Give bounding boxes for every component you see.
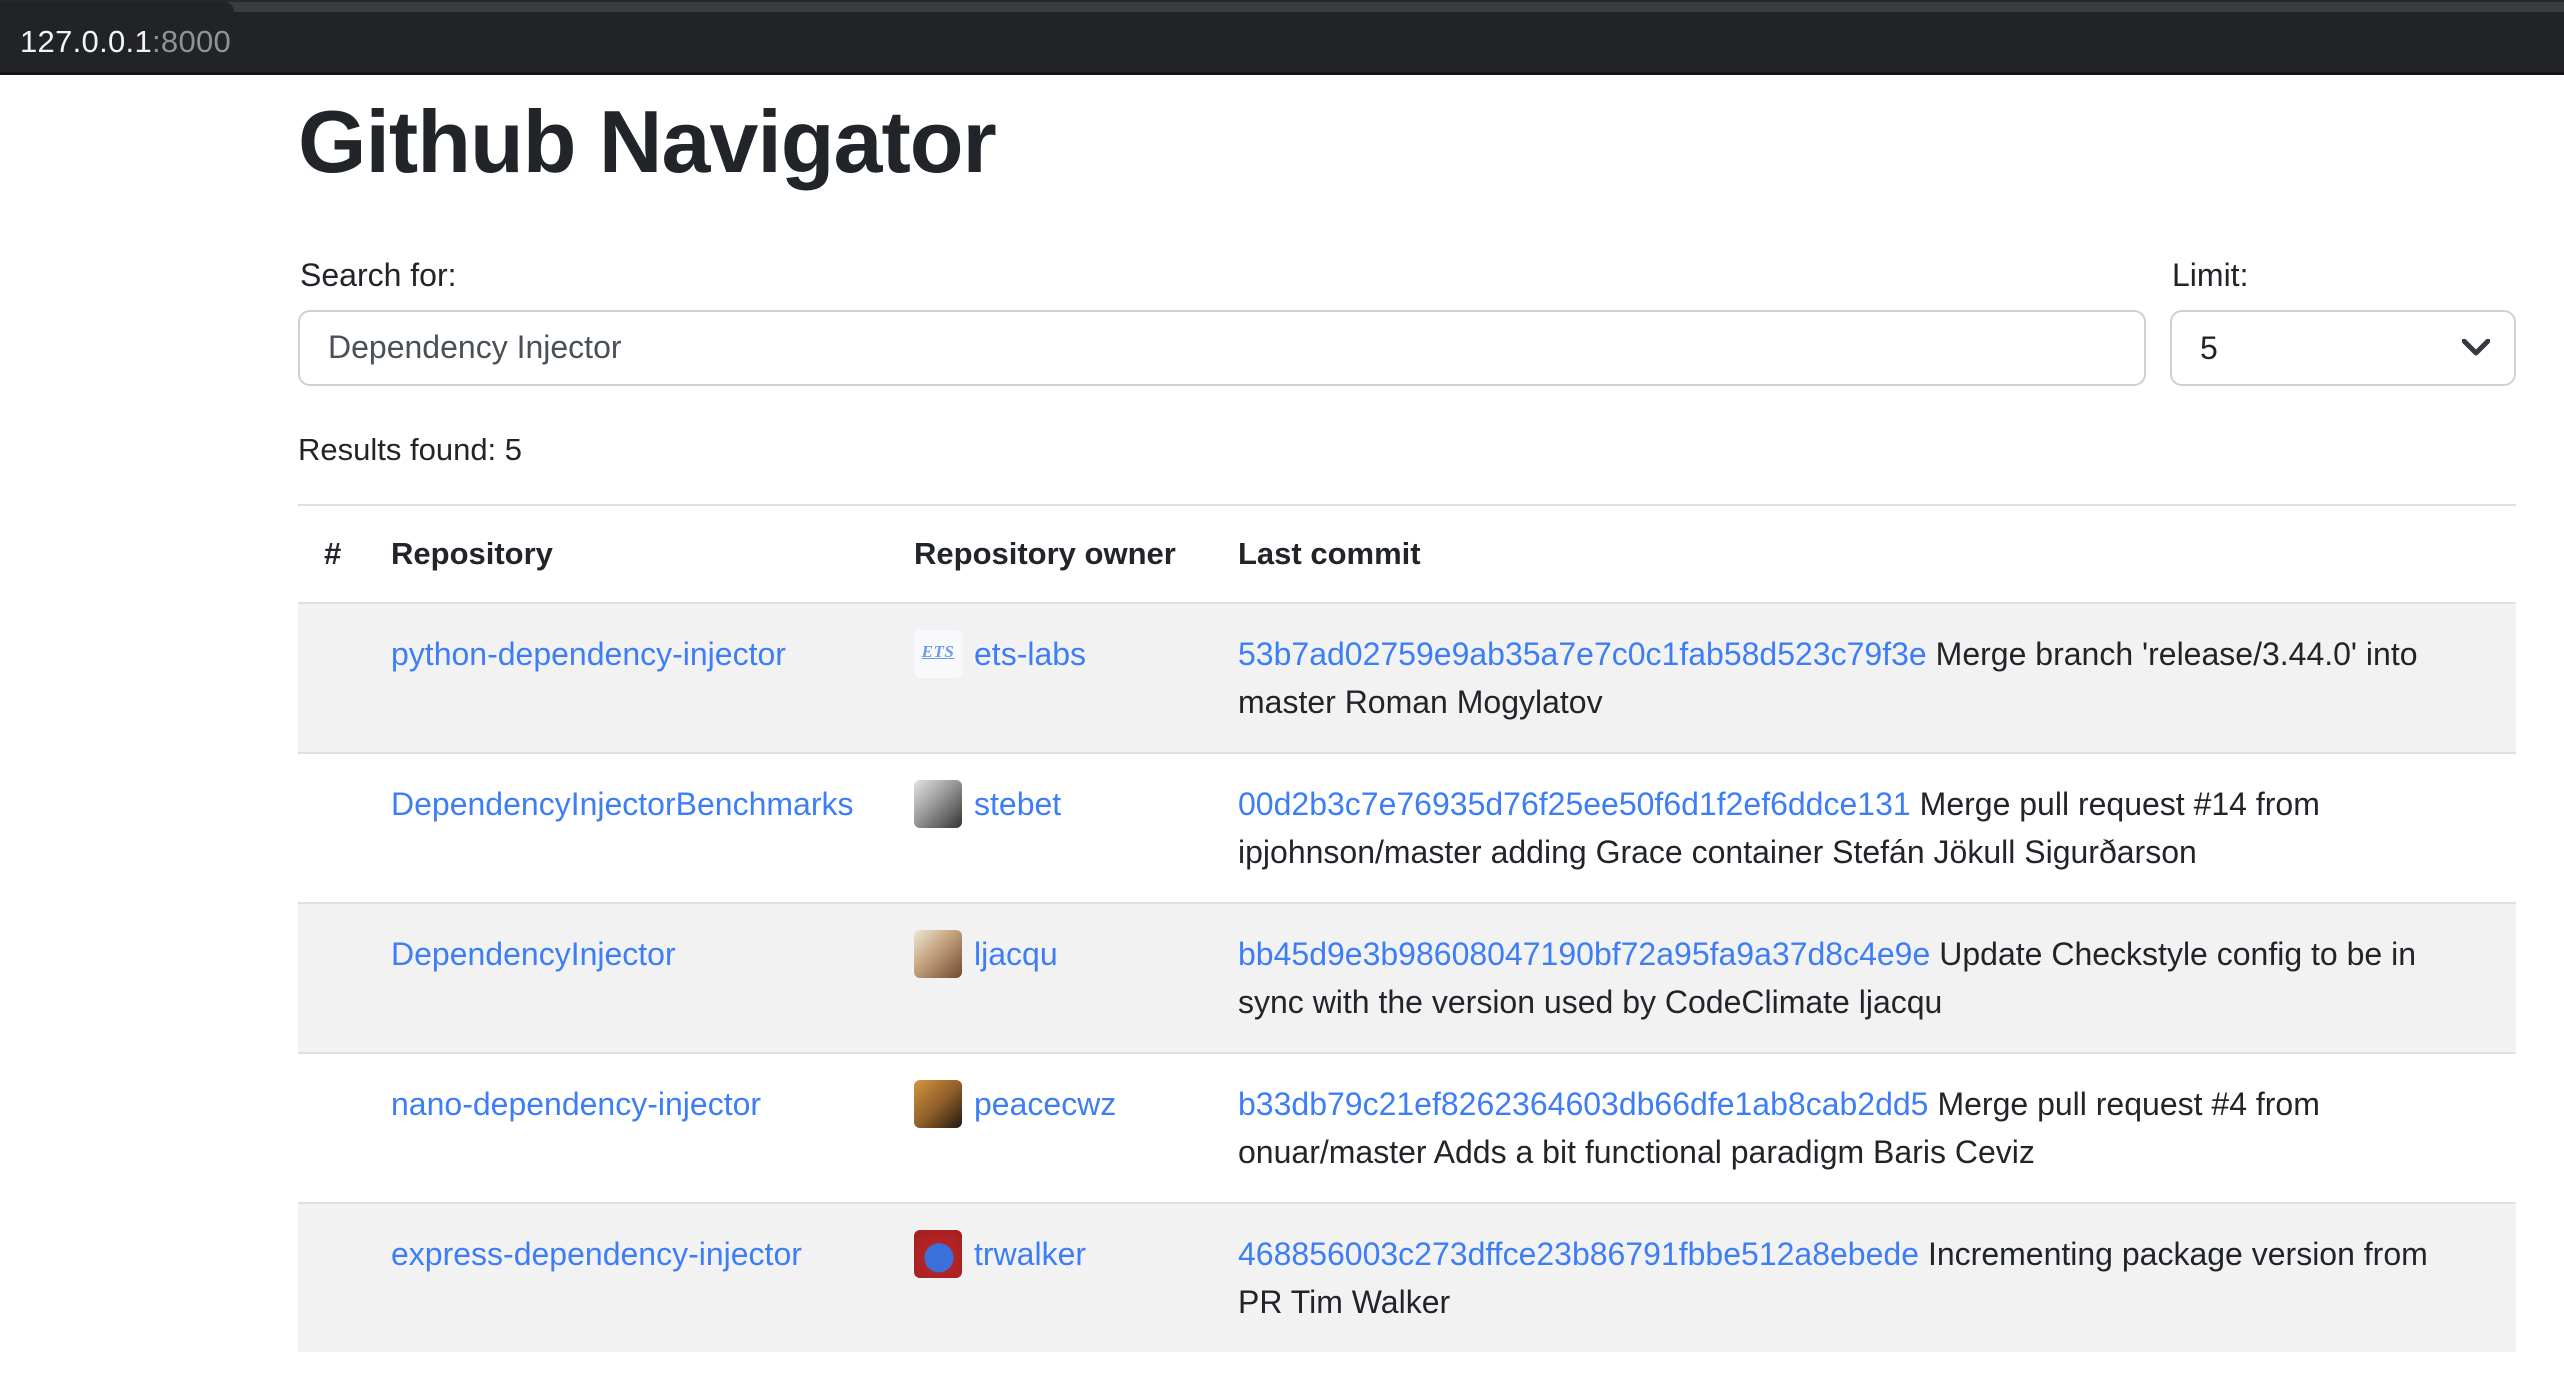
repository-link[interactable]: express-dependency-injector [391, 1236, 802, 1272]
search-label: Search for: [300, 257, 2146, 294]
page-title: Github Navigator [298, 89, 2516, 195]
owner-cell: ljacqu [914, 930, 1174, 978]
commit-hash-link[interactable]: 53b7ad02759e9ab35a7e7c0c1fab58d523c79f3e [1238, 636, 1927, 672]
repository-link[interactable]: DependencyInjectorBenchmarks [391, 786, 853, 822]
row-number-cell [298, 753, 365, 903]
search-input[interactable] [298, 310, 2146, 386]
row-number-cell [298, 1203, 365, 1352]
owner-link[interactable]: peacecwz [974, 1080, 1116, 1128]
url-host: 127.0.0.1 [20, 24, 152, 60]
avatar-image [914, 1080, 962, 1128]
owner-link[interactable]: trwalker [974, 1230, 1086, 1278]
avatar-image [914, 780, 962, 828]
owner-link[interactable]: ets-labs [974, 630, 1086, 678]
ets-logo-icon: ETS [922, 630, 955, 676]
column-header-last-commit: Last commit [1212, 505, 2516, 603]
owner-link[interactable]: stebet [974, 780, 1061, 828]
address-bar[interactable]: 127.0.0.1:8000 [20, 12, 231, 72]
page-container: Github Navigator Search for: Limit: 5 Re… [298, 89, 2516, 1352]
table-row: DependencyInjectorBenchmarks stebet 00d2… [298, 753, 2516, 903]
search-form: Search for: Limit: 5 [298, 257, 2516, 386]
limit-label: Limit: [2172, 257, 2516, 294]
table-row: express-dependency-injector trwalker 468… [298, 1203, 2516, 1352]
row-number-cell [298, 603, 365, 753]
row-number-cell [298, 903, 365, 1053]
repositories-table: # Repository Repository owner Last commi… [298, 504, 2516, 1352]
repository-link[interactable]: nano-dependency-injector [391, 1086, 761, 1122]
owner-cell: peacecwz [914, 1080, 1174, 1128]
owner-cell: trwalker [914, 1230, 1174, 1278]
browser-tab-strip [0, 0, 2564, 12]
search-group: Search for: [298, 257, 2146, 386]
url-port: :8000 [152, 24, 231, 60]
avatar-image: ETS [914, 630, 962, 678]
repository-link[interactable]: python-dependency-injector [391, 636, 786, 672]
limit-select[interactable]: 5 [2170, 310, 2516, 386]
owner-link[interactable]: ljacqu [974, 930, 1058, 978]
repository-link[interactable]: DependencyInjector [391, 936, 676, 972]
table-header-row: # Repository Repository owner Last commi… [298, 505, 2516, 603]
column-header-repository: Repository [365, 505, 888, 603]
owner-cell: stebet [914, 780, 1174, 828]
row-number-cell [298, 1053, 365, 1203]
table-row: DependencyInjector ljacqu bb45d9e3b98608… [298, 903, 2516, 1053]
column-header-number: # [298, 505, 365, 603]
commit-hash-link[interactable]: 468856003c273dffce23b86791fbbe512a8ebede [1238, 1236, 1919, 1272]
column-header-owner: Repository owner [888, 505, 1212, 603]
results-summary: Results found: 5 [298, 432, 2516, 468]
avatar-image [914, 1230, 962, 1278]
commit-hash-link[interactable]: 00d2b3c7e76935d76f25ee50f6d1f2ef6ddce131 [1238, 786, 1911, 822]
commit-hash-link[interactable]: b33db79c21ef8262364603db66dfe1ab8cab2dd5 [1238, 1086, 1928, 1122]
commit-hash-link[interactable]: bb45d9e3b98608047190bf72a95fa9a37d8c4e9e [1238, 936, 1930, 972]
owner-cell: ETS ets-labs [914, 630, 1174, 678]
browser-bar: 127.0.0.1:8000 [0, 0, 2564, 75]
limit-group: Limit: 5 [2170, 257, 2516, 386]
table-row: python-dependency-injector ETS ets-labs … [298, 603, 2516, 753]
avatar-image [914, 930, 962, 978]
table-row: nano-dependency-injector peacecwz b33db7… [298, 1053, 2516, 1203]
